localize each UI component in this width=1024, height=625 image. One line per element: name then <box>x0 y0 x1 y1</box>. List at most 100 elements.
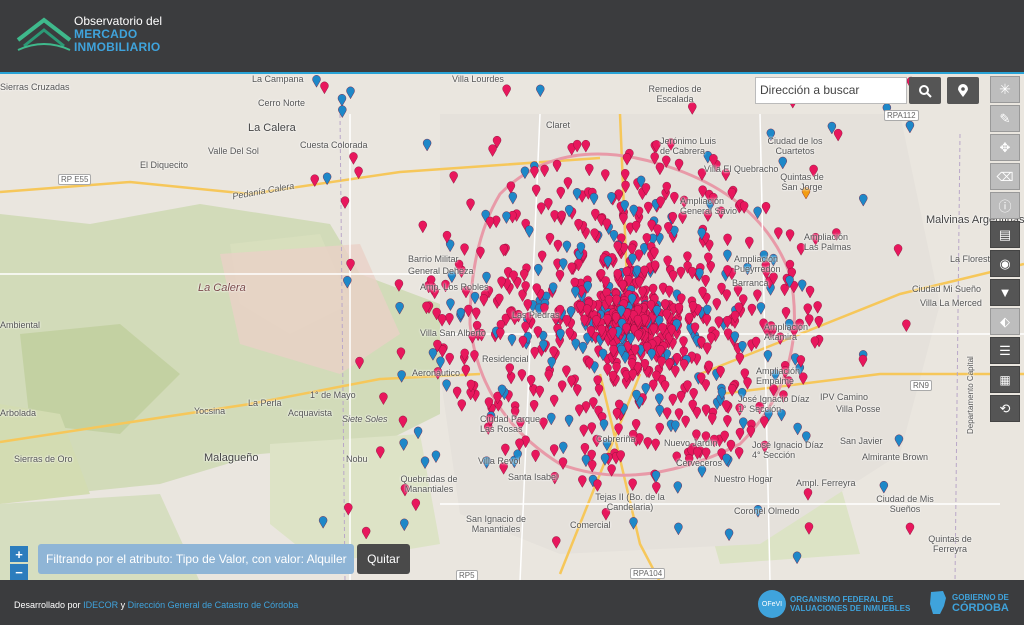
map-label: La Campana <box>252 74 304 84</box>
refresh-icon: ⟲ <box>999 400 1011 416</box>
map-label: Nobu <box>346 454 368 464</box>
property-marker-icon[interactable] <box>312 75 321 88</box>
property-marker-icon[interactable] <box>422 138 432 152</box>
map-label: Quintas de Ferreyra <box>928 534 972 554</box>
map-label: Villa La Merced <box>920 298 982 308</box>
map-label: Residencial <box>482 354 529 364</box>
map-label: Valle Del Sol <box>208 146 259 156</box>
tool-tag[interactable]: ⬖ <box>990 308 1020 335</box>
map-label: Comercial <box>570 520 611 530</box>
table-icon: ▤ <box>998 226 1012 242</box>
map-label: Yocsina <box>194 406 226 416</box>
map-label: Sierras Cruzadas <box>0 82 70 92</box>
map-marker-icon <box>958 83 968 97</box>
property-marker-icon[interactable] <box>536 84 545 98</box>
map-label: Villa San Alberto <box>420 328 486 338</box>
map-label: IPV Camino <box>820 392 869 402</box>
cordoba-province-icon <box>930 591 946 614</box>
ofevi-logo[interactable]: OFeVI ORGANISMO FEDERAL DE VALUACIONES D… <box>758 590 910 618</box>
active-filter-label: Filtrando por el atributo: Tipo de Valor… <box>38 544 354 574</box>
road-shield: RPA112 <box>884 110 919 121</box>
map-label: Ampliación Altamira <box>764 322 809 342</box>
map-label: Quintas de San Jorge <box>780 172 824 192</box>
property-marker-icon[interactable] <box>346 86 355 100</box>
move-icon: ✥ <box>999 139 1011 155</box>
property-marker-icon[interactable] <box>688 102 697 115</box>
idecor-link[interactable]: IDECOR <box>83 600 118 610</box>
property-marker-icon[interactable] <box>431 450 441 464</box>
map-label: Coronel Olmedo <box>734 506 800 516</box>
list-icon: ☰ <box>999 342 1011 358</box>
tool-filter[interactable]: ▼ <box>990 279 1020 306</box>
tool-table[interactable]: ▤ <box>990 221 1020 248</box>
map-label: Amp. Los Robles <box>420 282 489 292</box>
road-shield: RP E55 <box>58 174 92 185</box>
map-label: La Calera <box>248 122 296 134</box>
property-marker-icon[interactable] <box>320 81 329 95</box>
property-marker-icon[interactable] <box>418 220 427 234</box>
tool-visibility[interactable]: ◉ <box>990 250 1020 277</box>
map-label: Ciudad de los Cuartetos <box>767 136 823 156</box>
map-label: Ampliación Las Palmas <box>804 232 852 252</box>
map-label: La Calera <box>198 282 246 294</box>
map-label: Barrio Militar <box>408 254 459 264</box>
map-label: La Floresta <box>950 254 996 264</box>
map-label: Ciudad Mi Sueño <box>912 284 982 294</box>
map-label: Ampliación Pueyrredón <box>734 254 781 274</box>
pencil-icon: ✎ <box>999 110 1011 126</box>
catastro-link[interactable]: Dirección General de Catastro de Córdoba <box>128 600 299 610</box>
road-shield: RPA104 <box>630 568 666 579</box>
gob-line2: CÓRDOBA <box>952 601 1009 614</box>
tool-refresh[interactable]: ⟲ <box>990 395 1020 422</box>
map-label: José Ignacio Díaz 4° Sección <box>752 440 824 460</box>
property-marker-icon[interactable] <box>879 480 889 494</box>
footer-credits: Desarrollado por IDECOR y Dirección Gene… <box>14 600 298 610</box>
tool-layers[interactable]: ✳ <box>990 76 1020 103</box>
map-label: El Diquecito <box>140 160 189 170</box>
property-marker-icon[interactable] <box>337 94 347 107</box>
map-label: General Deheza <box>408 266 474 276</box>
header: Observatorio del MERCADO INMOBILIARIO <box>0 0 1024 72</box>
map-label: San Ignacio de Manantiales <box>465 514 527 534</box>
map-label: Villa Lourdes <box>452 74 504 84</box>
tool-pan[interactable]: ✥ <box>990 134 1020 161</box>
map-label: Tejas II (Bo. de la Candelaria) <box>595 492 665 512</box>
map-label: Ampl. Ferreyra <box>796 478 856 488</box>
map-label: Cuesta Colorada <box>300 140 368 150</box>
property-marker-icon[interactable] <box>502 84 511 98</box>
gobierno-cordoba-logo[interactable]: GOBIERNO DE CÓRDOBA <box>928 590 1009 616</box>
address-search-input[interactable]: Dirección a buscar <box>755 77 907 104</box>
tool-erase[interactable]: ⌫ <box>990 163 1020 190</box>
observatorio-logo[interactable]: Observatorio del MERCADO INMOBILIARIO <box>16 12 186 60</box>
map-label: Ciudad Parque Las Rosas <box>480 414 541 434</box>
logo-text-line2: MERCADO <box>74 27 138 41</box>
property-marker-icon[interactable] <box>905 120 915 134</box>
search-icon <box>919 84 932 98</box>
locate-button[interactable] <box>947 77 979 104</box>
logo-text-line1: Observatorio del <box>74 14 163 28</box>
map-canvas[interactable]: La Campana Cerro Norte La Calera Valle D… <box>0 72 1024 580</box>
map-label: Cobreriña <box>596 434 636 444</box>
asterisk-icon: ✳ <box>999 81 1011 97</box>
property-marker-icon[interactable] <box>905 522 915 536</box>
map-label: Cerveceros <box>676 458 723 468</box>
map-label: Almirante Brown <box>862 452 929 462</box>
tool-draw[interactable]: ✎ <box>990 105 1020 132</box>
tool-list[interactable]: ☰ <box>990 337 1020 364</box>
map-label: Acquavista <box>288 408 333 418</box>
map-label: Nuevo Jardín <box>664 438 718 448</box>
map-label: Sierras de Oro <box>14 454 73 464</box>
tool-info[interactable]: ⓘ <box>990 192 1020 219</box>
map-label: Quebradas de Manantiales <box>400 474 458 494</box>
property-marker-icon[interactable] <box>340 196 350 209</box>
ofevi-badge: OFeVI <box>758 590 786 618</box>
map-label: Nuestro Hogar <box>714 474 773 484</box>
tool-report[interactable]: ▦ <box>990 366 1020 393</box>
property-marker-icon[interactable] <box>792 551 802 565</box>
zoom-in-button[interactable]: + <box>10 546 28 562</box>
zoom-out-button[interactable]: − <box>10 564 28 580</box>
search-button[interactable] <box>909 77 941 104</box>
map-label: Santa Isabel <box>508 472 559 482</box>
ofevi-line2: VALUACIONES DE INMUEBLES <box>790 604 911 613</box>
remove-filter-button[interactable]: Quitar <box>357 544 410 574</box>
